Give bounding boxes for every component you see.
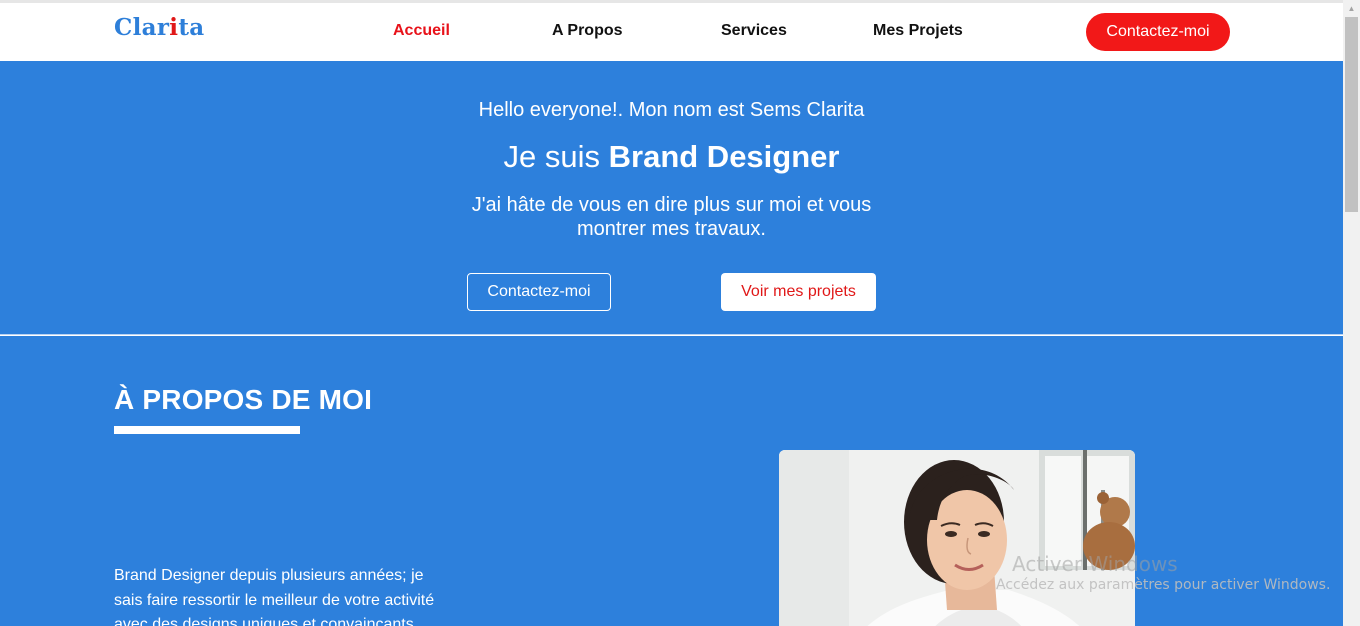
windows-activation-subtitle: Accédez aux paramètres pour activer Wind… xyxy=(996,577,1331,593)
portrait-photo xyxy=(779,450,1135,626)
about-description-line: Brand Designer depuis plusieurs années; … xyxy=(114,567,424,584)
about-description-line: avec des designs uniques et convaincants… xyxy=(114,616,419,626)
hero-description: J'ai hâte de vous en dire plus sur moi e… xyxy=(0,193,1343,241)
vertical-scrollbar[interactable]: ▲ xyxy=(1343,0,1360,626)
hero-title-role: Brand Designer xyxy=(608,139,840,174)
about-description-line: sais faire ressortir le meilleur de votr… xyxy=(114,591,435,609)
scroll-up-arrow-icon[interactable]: ▲ xyxy=(1343,0,1360,17)
page: Clarita Accueil A Propos Services Mes Pr… xyxy=(0,0,1360,626)
hero-description-line: J'ai hâte de vous en dire plus sur moi e… xyxy=(471,194,872,216)
nav-link-accueil[interactable]: Accueil xyxy=(393,22,450,40)
nav-link-services[interactable]: Services xyxy=(721,22,787,40)
hero-title: Je suis Brand Designer xyxy=(0,139,1343,175)
contact-button[interactable]: Contactez-moi xyxy=(1086,13,1230,51)
logo[interactable]: Clarita xyxy=(114,14,204,41)
logo-text-suffix: ta xyxy=(178,14,205,41)
nav-link-a-propos[interactable]: A Propos xyxy=(552,22,623,40)
hero-section: Hello everyone!. Mon nom est Sems Clarit… xyxy=(0,61,1343,335)
hero-description-line: montrer mes travaux. xyxy=(577,218,766,240)
nav-link-mes-projets[interactable]: Mes Projets xyxy=(873,22,963,40)
about-title: À PROPOS DE MOI xyxy=(114,384,373,415)
scrollbar-thumb[interactable] xyxy=(1345,17,1358,212)
logo-text-accent: i xyxy=(169,14,179,41)
about-description: Brand Designer depuis plusieurs années; … xyxy=(114,564,474,626)
site-header: Clarita Accueil A Propos Services Mes Pr… xyxy=(0,3,1343,61)
view-projects-button[interactable]: Voir mes projets xyxy=(721,273,876,311)
windows-activation-title: Activer Windows xyxy=(1012,552,1178,576)
about-title-underline xyxy=(114,426,300,434)
hero-title-prefix: Je suis xyxy=(503,139,600,174)
portrait-illustration xyxy=(779,450,1135,626)
hero-greeting: Hello everyone!. Mon nom est Sems Clarit… xyxy=(478,99,865,121)
logo-text-prefix: Clar xyxy=(114,14,170,41)
hero-contact-button[interactable]: Contactez-moi xyxy=(467,273,611,311)
